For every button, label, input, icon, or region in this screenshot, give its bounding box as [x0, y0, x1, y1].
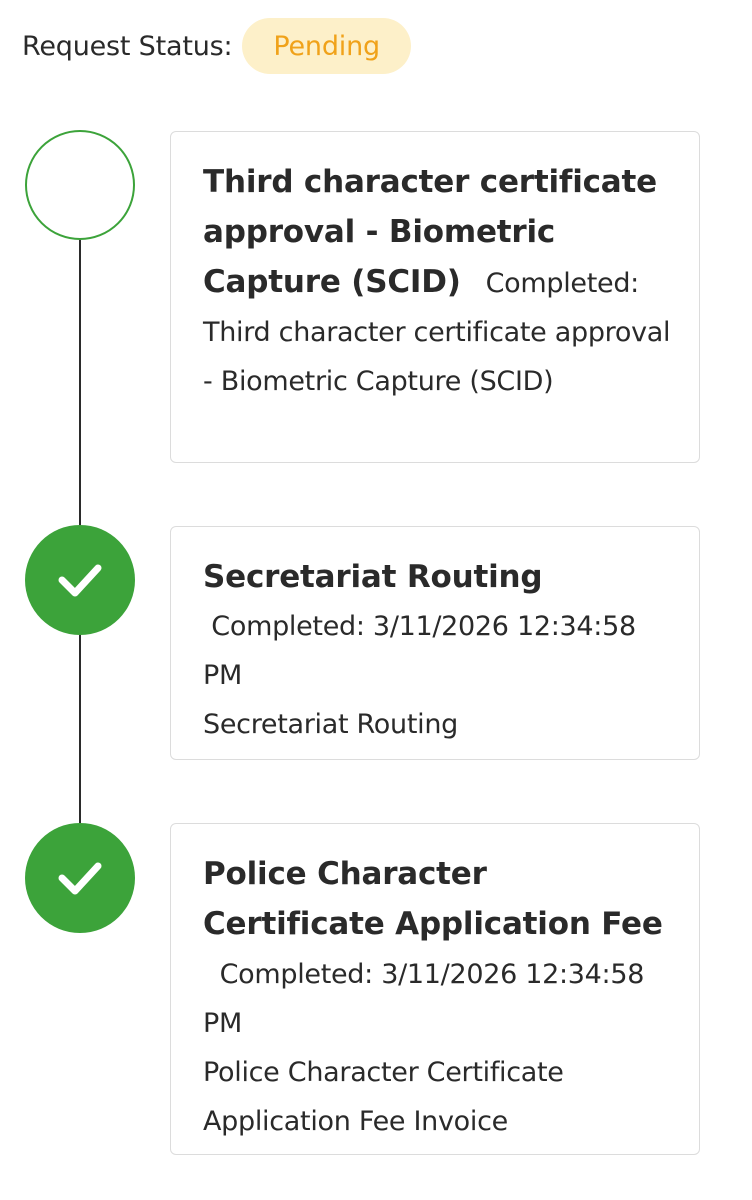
step-completed: Completed: [485, 268, 640, 299]
status-badge: Pending [242, 18, 411, 74]
step-detail: Secretariat Routing [203, 709, 458, 740]
step-completed: Completed: 3/11/2026 12:34:58 PM [203, 959, 645, 1039]
step-title: Secretariat Routing [203, 559, 543, 595]
checkmark-icon [25, 525, 135, 635]
step-title: Police Character Certificate Application… [203, 856, 663, 942]
timeline-step-card: Secretariat Routing Completed: 3/11/2026… [170, 526, 700, 760]
checkmark-icon [25, 823, 135, 933]
request-status-label: Request Status: [22, 30, 233, 62]
timeline-step-card: Police Character Certificate Application… [170, 823, 700, 1155]
timeline-step-card: Third character certificate approval - B… [170, 131, 700, 463]
empty-circle-icon [25, 130, 135, 240]
step-detail: Third character certificate approval - B… [203, 317, 671, 397]
request-status-row: Request Status: Pending [22, 18, 411, 74]
timeline-connector [79, 635, 81, 823]
step-detail: Police Character Certificate Application… [203, 1057, 564, 1137]
step-completed: Completed: 3/11/2026 12:34:58 PM [203, 611, 636, 691]
timeline-connector [79, 240, 81, 525]
